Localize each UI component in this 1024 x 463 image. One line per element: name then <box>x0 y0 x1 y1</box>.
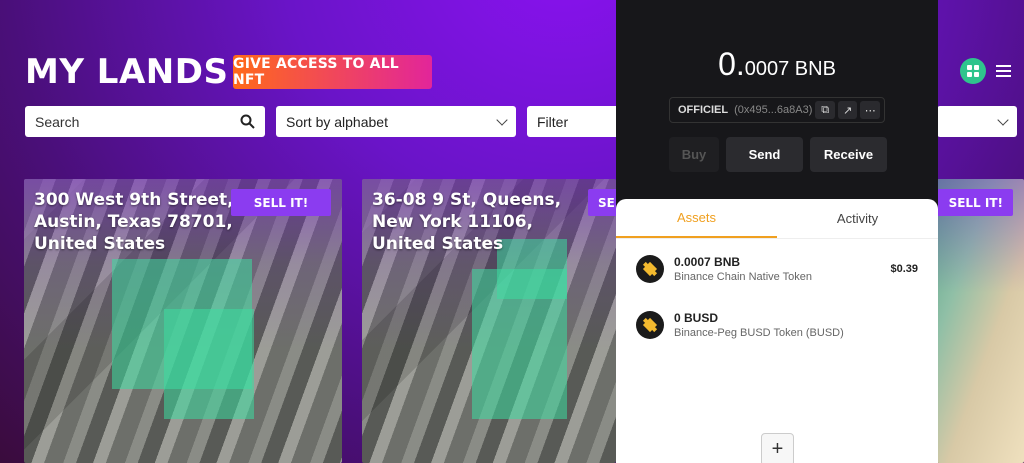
account-selector[interactable]: OFFICIEL (0x495...6a8A3) ⧉ ↗ ⋯ <box>669 97 885 123</box>
give-access-button[interactable]: GIVE ACCESS TO ALL NFT <box>233 55 432 89</box>
search-icon <box>240 114 255 129</box>
account-address: (0x495...6a8A3) <box>734 104 813 116</box>
land-card[interactable]: SELL IT! <box>937 179 1024 463</box>
land-address: 36-08 9 St, Queens, New York 11106, Unit… <box>372 190 562 254</box>
sort-label: Sort by alphabet <box>286 113 388 130</box>
tab-activity[interactable]: Activity <box>777 199 938 238</box>
send-button[interactable]: Send <box>726 137 803 172</box>
account-name: OFFICIEL <box>678 104 729 116</box>
assets-panel: Assets Activity 0.0007 BNB Binance Chain… <box>616 199 938 463</box>
sell-button[interactable]: SELL IT! <box>588 189 616 216</box>
land-card[interactable]: 36-08 9 St, Queens, New York 11106, Unit… <box>362 179 616 463</box>
page-title: MY LANDS <box>25 52 229 92</box>
filter-label: Filter <box>537 113 569 130</box>
tab-assets[interactable]: Assets <box>616 199 777 238</box>
external-link-icon[interactable]: ↗ <box>837 101 858 119</box>
grid-view-toggle[interactable] <box>960 58 986 84</box>
asset-value: $0.39 <box>890 263 918 275</box>
asset-row[interactable]: 0.0007 BNB Binance Chain Native Token $0… <box>636 249 918 289</box>
asset-description: Binance-Peg BUSD Token (BUSD) <box>674 327 844 339</box>
receive-button[interactable]: Receive <box>810 137 887 172</box>
land-card[interactable]: 300 West 9th Street, Austin, Texas 78701… <box>24 179 342 463</box>
chevron-down-icon <box>496 113 508 126</box>
asset-amount: 0 BUSD <box>674 311 719 325</box>
chevron-down-icon <box>997 113 1009 126</box>
list-view-icon[interactable] <box>996 65 1011 77</box>
wallet-popup: 0.0007 BNB OFFICIEL (0x495...6a8A3) ⧉ ↗ … <box>616 0 938 463</box>
copy-icon[interactable]: ⧉ <box>815 101 835 119</box>
busd-icon <box>636 311 664 339</box>
add-token-button[interactable]: + <box>761 433 794 463</box>
balance-whole: 0. <box>718 46 745 82</box>
sort-select[interactable]: Sort by alphabet <box>276 106 516 137</box>
search-input[interactable]: Search <box>25 106 265 137</box>
land-address: 300 West 9th Street, Austin, Texas 78701… <box>34 190 234 254</box>
grid-icon <box>967 65 979 77</box>
wallet-balance: 0.0007 BNB <box>616 46 938 83</box>
sell-button[interactable]: SELL IT! <box>231 189 331 216</box>
asset-row[interactable]: 0 BUSD Binance-Peg BUSD Token (BUSD) <box>636 305 918 345</box>
secondary-select[interactable] <box>937 106 1017 137</box>
buy-button[interactable]: Buy <box>669 137 719 172</box>
asset-amount: 0.0007 BNB <box>674 255 741 269</box>
sell-button[interactable]: SELL IT! <box>937 189 1013 216</box>
search-placeholder: Search <box>35 113 80 130</box>
balance-fraction: 0007 BNB <box>744 58 836 80</box>
asset-description: Binance Chain Native Token <box>674 271 812 283</box>
bnb-icon <box>636 255 664 283</box>
land-parcel-overlay <box>164 309 254 419</box>
more-icon[interactable]: ⋯ <box>860 101 880 119</box>
